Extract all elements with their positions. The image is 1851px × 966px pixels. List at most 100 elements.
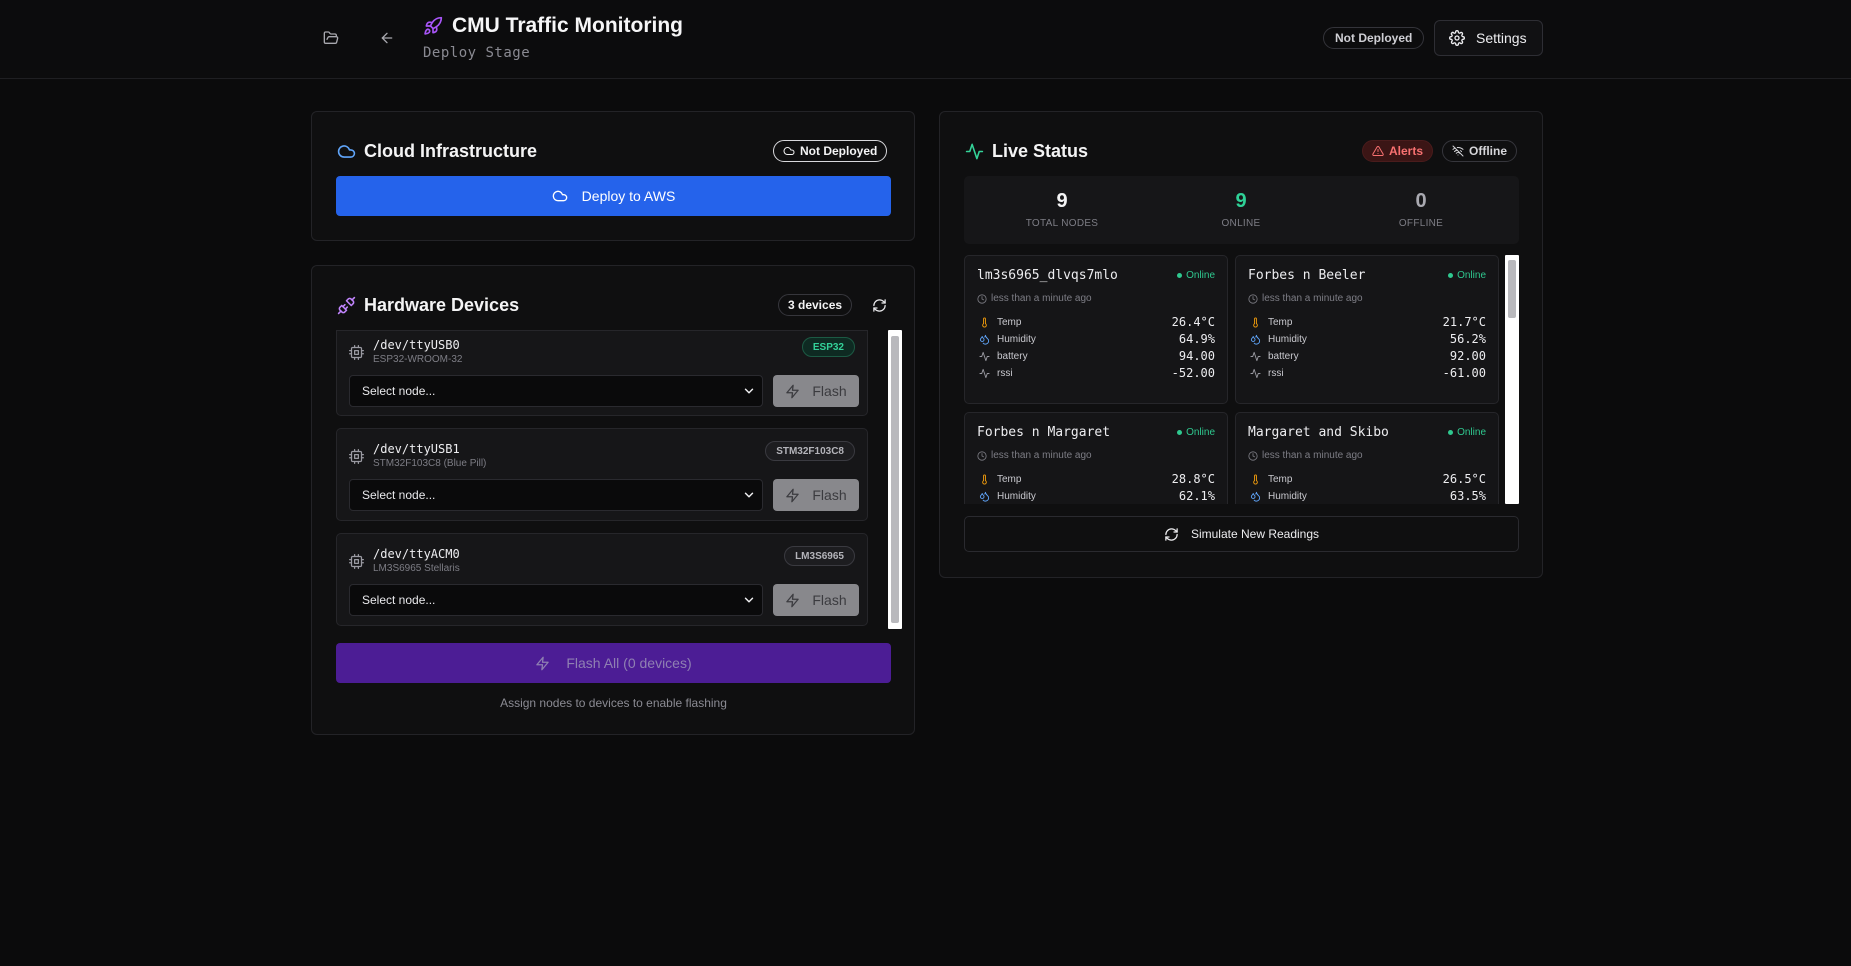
status-dot xyxy=(1177,430,1183,435)
open-project-button[interactable] xyxy=(313,20,349,56)
cloud-icon xyxy=(552,190,567,202)
clock-icon xyxy=(1248,450,1258,461)
reading-label: battery xyxy=(1268,350,1299,362)
activity-icon xyxy=(977,368,991,379)
device-model: ESP32-WROOM-32 xyxy=(373,354,463,365)
device-count-badge: 3 devices xyxy=(778,294,853,316)
settings-label: Settings xyxy=(1476,30,1527,46)
node-card[interactable]: Forbes n Margaret Online less than a minut… xyxy=(964,412,1228,504)
chevron-down-icon xyxy=(744,388,754,394)
gear-icon xyxy=(1449,30,1465,46)
node-stats-summary: 9 TOTAL NODES 9 ONLINE 0 OFFLINE xyxy=(964,176,1519,244)
deploy-to-aws-button[interactable]: Deploy to AWS xyxy=(336,176,891,216)
flash-button[interactable]: Flash xyxy=(773,375,859,407)
reading-value: -52.00 xyxy=(1171,366,1215,380)
node-reading: rssi -61.00 xyxy=(1248,365,1486,381)
stat-online-label: ONLINE xyxy=(1221,218,1261,229)
clock-icon xyxy=(977,450,987,461)
node-status-label: Online xyxy=(1457,270,1486,281)
hardware-panel-heading: Hardware Devices xyxy=(337,295,519,316)
zap-icon xyxy=(786,593,800,607)
rocket-icon xyxy=(424,16,443,35)
reading-value: 94.00 xyxy=(1178,349,1215,363)
stat-total: 9 TOTAL NODES xyxy=(982,190,1142,229)
reading-label: Temp xyxy=(997,473,1022,485)
node-card[interactable]: lm3s6965_dlvqs7mlo Online less than a minu… xyxy=(964,255,1228,404)
offline-label: Offline xyxy=(1469,144,1507,158)
settings-button[interactable]: Settings xyxy=(1434,20,1543,56)
device-card: /dev/ttyACM0 LM3S6965 Stellaris LM3S6965… xyxy=(336,533,868,626)
node-name: lm3s6965_dlvqs7mlo xyxy=(977,268,1118,283)
hardware-devices-panel: Hardware Devices 3 devices /dev/ttyUSB0 … xyxy=(311,265,915,735)
stat-online: 9 ONLINE xyxy=(1161,190,1321,229)
live-status-panel: Live Status Alerts Offline 9 TOTAL NODES… xyxy=(939,111,1543,578)
thermometer-icon xyxy=(1248,316,1262,328)
reading-label: Humidity xyxy=(997,333,1036,345)
node-reading: Temp 26.4°C xyxy=(977,314,1215,330)
node-status-label: Online xyxy=(1457,427,1486,438)
node-grid-scrollbar[interactable] xyxy=(1505,255,1519,504)
status-dot xyxy=(1177,273,1183,278)
flash-button[interactable]: Flash xyxy=(773,584,859,616)
live-panel-title: Live Status xyxy=(992,141,1089,161)
node-last-seen: less than a minute ago xyxy=(977,450,1092,461)
cloud-icon xyxy=(783,147,795,155)
node-status-label: Online xyxy=(1186,270,1215,281)
reading-value: 62.1% xyxy=(1178,489,1215,503)
node-select[interactable]: Select node... xyxy=(349,584,763,616)
node-select[interactable]: Select node... xyxy=(349,479,763,511)
reading-value: -61.00 xyxy=(1442,366,1486,380)
folder-open-icon xyxy=(323,31,339,44)
scrollbar-thumb[interactable] xyxy=(891,336,899,623)
node-last-seen: less than a minute ago xyxy=(1248,293,1363,304)
node-card[interactable]: Forbes n Beeler Online less than a minute … xyxy=(1235,255,1499,404)
deploy-button-label: Deploy to AWS xyxy=(581,188,676,204)
node-last-seen: less than a minute ago xyxy=(977,293,1092,304)
node-reading: Humidity 62.1% xyxy=(977,488,1215,504)
device-model: LM3S6965 Stellaris xyxy=(373,563,460,574)
hardware-panel-title: Hardware Devices xyxy=(364,295,520,315)
status-dot xyxy=(1448,430,1454,435)
node-card[interactable]: Margaret and Skibo Online less than a minu… xyxy=(1235,412,1499,504)
scrollbar-thumb[interactable] xyxy=(1508,260,1516,318)
stat-offline: 0 OFFLINE xyxy=(1341,190,1501,229)
refresh-devices-button[interactable] xyxy=(867,293,891,317)
node-name: Forbes n Beeler xyxy=(1248,268,1366,283)
alerts-button[interactable]: Alerts xyxy=(1362,140,1434,162)
cloud-icon xyxy=(337,145,356,158)
node-status-badge: Online xyxy=(1448,270,1486,281)
back-button[interactable] xyxy=(369,20,405,56)
device-chip-badge: STM32F103C8 xyxy=(765,441,855,461)
stat-offline-value: 0 xyxy=(1415,190,1427,212)
zap-icon xyxy=(786,384,800,398)
node-select-value: Select node... xyxy=(362,488,436,502)
node-time-label: less than a minute ago xyxy=(1262,450,1363,461)
device-path: /dev/ttyUSB1 xyxy=(373,442,460,456)
node-reading: Humidity 64.9% xyxy=(977,331,1215,347)
thermometer-icon xyxy=(1248,473,1262,485)
reading-label: rssi xyxy=(1268,367,1284,379)
reading-value: 26.4°C xyxy=(1171,315,1215,329)
flash-all-button[interactable]: Flash All (0 devices) xyxy=(336,643,891,683)
device-list-scrollbar[interactable] xyxy=(888,330,902,629)
droplets-icon xyxy=(1248,491,1262,502)
reading-label: Humidity xyxy=(997,490,1036,502)
reading-label: Humidity xyxy=(1268,333,1307,345)
stat-offline-label: OFFLINE xyxy=(1398,218,1444,229)
node-status-badge: Online xyxy=(1448,427,1486,438)
flash-button[interactable]: Flash xyxy=(773,479,859,511)
flash-button-label: Flash xyxy=(812,383,847,399)
device-list: /dev/ttyUSB0 ESP32-WROOM-32 ESP32 Select… xyxy=(336,330,903,629)
node-grid: lm3s6965_dlvqs7mlo Online less than a minu… xyxy=(964,255,1519,504)
wifi-off-icon xyxy=(1452,145,1464,157)
node-time-label: less than a minute ago xyxy=(991,450,1092,461)
arrow-left-icon xyxy=(381,32,393,44)
node-reading: Humidity 56.2% xyxy=(1248,331,1486,347)
activity-icon xyxy=(1248,351,1262,362)
page-title: CMU Traffic Monitoring xyxy=(452,14,683,37)
node-select[interactable]: Select node... xyxy=(349,375,763,407)
simulate-readings-button[interactable]: Simulate New Readings xyxy=(964,516,1519,552)
droplets-icon xyxy=(977,334,991,345)
reading-value: 56.2% xyxy=(1449,332,1486,346)
device-chip-badge: ESP32 xyxy=(801,337,855,357)
